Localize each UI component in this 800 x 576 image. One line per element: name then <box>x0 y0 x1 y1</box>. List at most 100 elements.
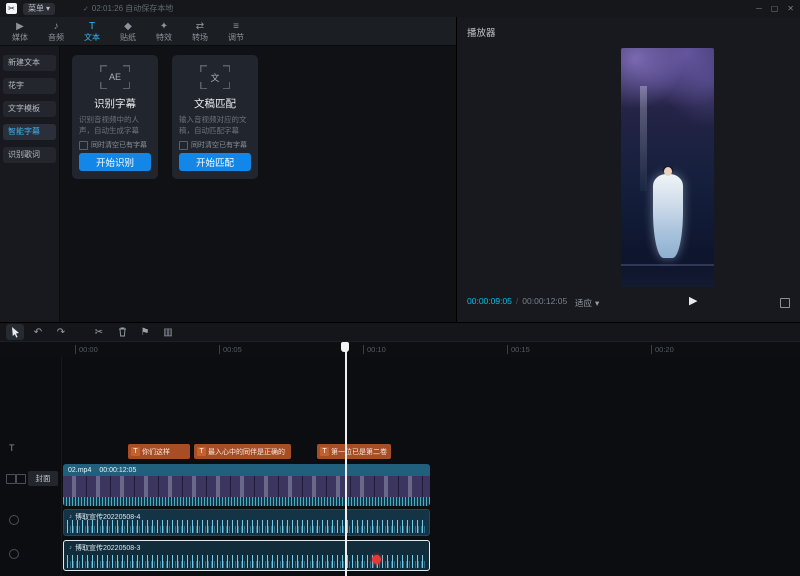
minimize-icon[interactable]: ─ <box>756 4 762 13</box>
audio-icon: ♪ <box>38 20 74 33</box>
chevron-down-icon: ▾ <box>595 298 599 309</box>
track-gutter: T 封面 <box>0 357 62 576</box>
tab-effects[interactable]: ✦ 特效 <box>146 20 182 43</box>
text-clip-icon: T <box>197 447 206 456</box>
smart-caption-panel: AE 识别字幕 识别音视频中的人声，自动生成字幕 同时清空已有字幕 开始识别 文… <box>60 46 456 322</box>
scan-frame-icon: 文 <box>200 65 230 89</box>
video-clip-label: 02.mp4 00:00:12:05 <box>63 464 430 476</box>
autosave-status: ✓ 02:01:26 自动保存本地 <box>83 3 173 14</box>
maximize-icon[interactable]: ▢ <box>771 4 779 13</box>
cover-button[interactable]: 封面 <box>28 471 58 486</box>
card-description: 识别音视频中的人声，自动生成字幕 <box>79 115 151 136</box>
primary-tabbar: ▶ 媒体 ♪ 音频 T 文本 ◆ 贴纸 ✦ 特效 ⇄ 转场 ≡ 调节 <box>0 17 456 46</box>
sidebar-item-new-text[interactable]: 新建文本 <box>3 55 56 71</box>
text-clip-icon: T <box>320 447 329 456</box>
video-clip[interactable]: 02.mp4 00:00:12:05 <box>63 464 430 506</box>
red-dot-indicator[interactable] <box>372 555 381 564</box>
music-note-icon: ♪ <box>69 545 72 551</box>
total-duration: 00:00:12:05 <box>522 296 567 306</box>
media-icon: ▶ <box>2 20 38 33</box>
card-title: 识别字幕 <box>94 96 136 111</box>
tab-adjust[interactable]: ≡ 调节 <box>218 20 254 43</box>
figure-head <box>664 167 672 176</box>
close-icon[interactable]: ✕ <box>787 4 794 13</box>
checkbox[interactable] <box>79 141 88 150</box>
script-match-card: 文 文稿匹配 输入音视频对应的文稿，自动匹配字幕 同时清空已有字幕 开始匹配 <box>172 55 258 179</box>
clear-existing-checkbox-row: 同时清空已有字幕 <box>79 140 147 150</box>
text-clip[interactable]: T 你们这样 <box>128 444 190 459</box>
text-clip[interactable]: T 第一位已是第二卷 <box>317 444 391 459</box>
video-clip-name: 02.mp4 <box>68 467 91 474</box>
ruler-mark: 00:00 <box>75 345 98 354</box>
text-icon: T <box>74 20 110 33</box>
crop-icon[interactable]: ▥ <box>159 324 177 340</box>
wisteria-foliage <box>621 48 714 156</box>
start-recognition-button[interactable]: 开始识别 <box>79 153 151 171</box>
player-panel: 播放器 00:00:09:05 / 00:00:12:05 适应 ▾ ▶ <box>456 17 800 322</box>
undo-icon[interactable]: ↶ <box>29 324 47 340</box>
scan-frame-icon: AE <box>100 65 130 89</box>
ruler-mark: 00:15 <box>507 345 530 354</box>
fit-dropdown[interactable]: 适应 ▾ <box>569 296 605 310</box>
sidebar-item-fancy-text[interactable]: 花字 <box>3 78 56 94</box>
split-icon[interactable]: ✂ <box>90 324 108 340</box>
audio-track-icon[interactable] <box>9 515 19 525</box>
tab-text[interactable]: T 文本 <box>74 20 110 43</box>
sticker-icon: ◆ <box>110 20 146 33</box>
audio-clip[interactable]: ♪ 博取宣传20220508-4 <box>63 509 430 536</box>
text-sidebar: 新建文本 花字 文字模板 智能字幕 识别歌词 <box>0 46 60 322</box>
effects-icon: ✦ <box>146 20 182 33</box>
figure-dress <box>653 174 683 258</box>
play-button[interactable]: ▶ <box>683 293 703 308</box>
clear-existing-checkbox-row: 同时清空已有字幕 <box>179 140 247 150</box>
player-title: 播放器 <box>467 25 496 39</box>
video-filmstrip <box>63 476 430 497</box>
fullscreen-icon[interactable] <box>780 298 790 308</box>
tab-sticker[interactable]: ◆ 贴纸 <box>110 20 146 43</box>
ruler-mark: 00:10 <box>363 345 386 354</box>
sidebar-item-text-template[interactable]: 文字模板 <box>3 101 56 117</box>
video-audio-waveform <box>63 497 430 506</box>
current-time: 00:00:09:05 <box>467 296 512 306</box>
transition-icon: ⇄ <box>182 20 218 33</box>
timeline-toolbar: ↶ ↷ ✂ ⚑ ▥ <box>0 322 800 342</box>
playback-times: 00:00:09:05 / 00:00:12:05 <box>467 296 567 306</box>
chevron-down-icon: ▾ <box>46 3 50 15</box>
audio-waveform <box>67 520 426 533</box>
text-track-icon: T <box>9 443 15 453</box>
check-icon: ✓ <box>83 5 89 13</box>
topbar: ✂ 菜单 ▾ ✓ 02:01:26 自动保存本地 ─ ▢ ✕ <box>0 0 800 17</box>
sidebar-item-recognize-lyrics[interactable]: 识别歌词 <box>3 147 56 163</box>
select-tool-icon[interactable] <box>6 324 24 340</box>
text-clip-icon: T <box>131 447 140 456</box>
window-controls: ─ ▢ ✕ <box>756 4 794 13</box>
capcut-window: ✂ 菜单 ▾ ✓ 02:01:26 自动保存本地 ─ ▢ ✕ ▶ 媒体 ♪ 音频… <box>0 0 800 576</box>
video-clip-duration: 00:00:12:05 <box>99 467 136 474</box>
recognize-subtitle-card: AE 识别字幕 识别音视频中的人声，自动生成字幕 同时清空已有字幕 开始识别 <box>72 55 158 179</box>
sidebar-item-smart-captions[interactable]: 智能字幕 <box>3 124 56 140</box>
start-match-button[interactable]: 开始匹配 <box>179 153 251 171</box>
card-description: 输入音视频对应的文稿，自动匹配字幕 <box>179 115 251 136</box>
hide-track-icon[interactable] <box>16 474 26 484</box>
app-logo-icon: ✂ <box>6 3 17 14</box>
text-clip[interactable]: T 最入心中的同伴是正确的 <box>194 444 291 459</box>
time-ruler[interactable]: 00:00 00:05 00:10 00:15 00:20 <box>0 342 800 357</box>
checkbox[interactable] <box>179 141 188 150</box>
bridge-floor <box>621 261 714 287</box>
playhead-line[interactable] <box>345 342 347 576</box>
audio-track-icon[interactable] <box>9 549 19 559</box>
autosave-text: 02:01:26 自动保存本地 <box>92 3 173 14</box>
tab-media[interactable]: ▶ 媒体 <box>2 20 38 43</box>
ruler-mark: 00:05 <box>219 345 242 354</box>
delete-icon[interactable] <box>113 324 131 340</box>
flag-icon[interactable]: ⚑ <box>136 324 154 340</box>
ruler-mark: 00:20 <box>651 345 674 354</box>
tab-audio[interactable]: ♪ 音频 <box>38 20 74 43</box>
video-preview <box>621 48 714 287</box>
redo-icon[interactable]: ↷ <box>52 324 70 340</box>
tab-transition[interactable]: ⇄ 转场 <box>182 20 218 43</box>
playhead-handle[interactable] <box>341 342 349 352</box>
menu-button[interactable]: 菜单 ▾ <box>23 3 55 15</box>
waterfall-light <box>640 86 647 191</box>
lock-track-icon[interactable] <box>6 474 16 484</box>
